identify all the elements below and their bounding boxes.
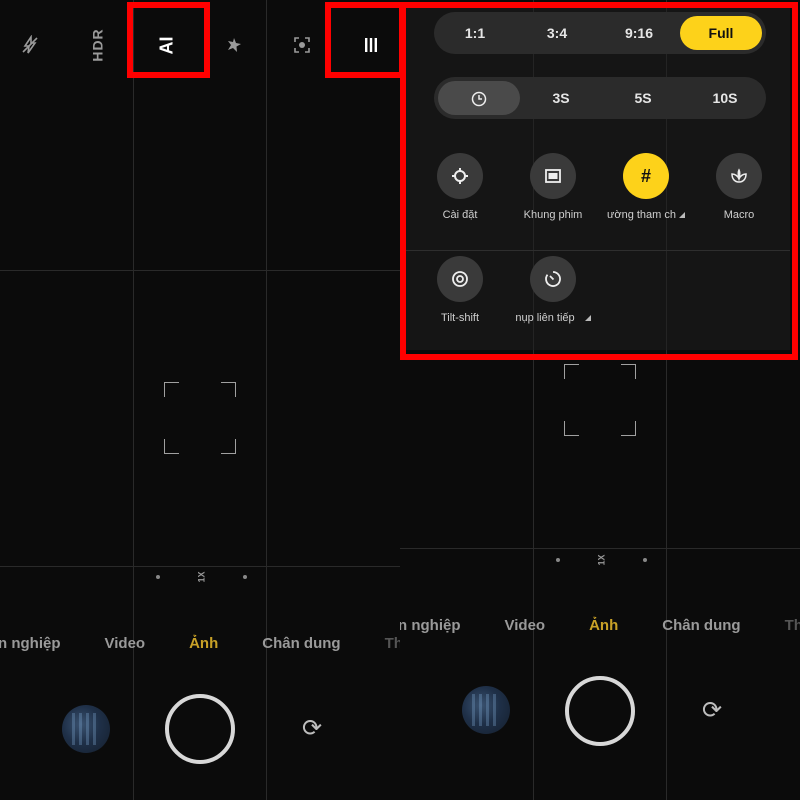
magic-icon[interactable] (219, 30, 249, 60)
zoom-label[interactable]: 1X (197, 571, 207, 582)
grid-line-v2 (266, 0, 267, 800)
mode-pro[interactable]: n nghiệp (0, 635, 61, 652)
mode-selector[interactable]: n nghiệp Video Ảnh Chân dung Th (0, 635, 400, 652)
grid-line-h2 (0, 566, 400, 567)
zoom-dot[interactable] (243, 575, 248, 579)
mode-next[interactable]: Th (385, 635, 400, 652)
grid-line-v1 (133, 0, 134, 800)
camera-screen-left: HDR AI 1X n nghiệp Video Ảnh Chân dung T… (0, 0, 400, 800)
gallery-thumbnail[interactable] (462, 686, 510, 734)
highlight-settings-popup (400, 2, 798, 360)
zoom-selector[interactable]: 1X (556, 554, 648, 566)
mode-portrait[interactable]: Chân dung (262, 635, 340, 652)
gallery-thumbnail[interactable] (62, 705, 110, 753)
zoom-dot[interactable] (556, 558, 560, 562)
mode-next[interactable]: Th (785, 617, 800, 634)
switch-camera-icon[interactable]: ⟳ (302, 714, 322, 743)
shutter-button[interactable] (165, 694, 235, 764)
flash-off-icon[interactable] (15, 30, 45, 60)
shutter-button[interactable] (565, 676, 635, 746)
mode-video[interactable]: Video (505, 617, 546, 634)
zoom-dot[interactable] (156, 575, 160, 579)
zoom-label[interactable]: 1X (597, 554, 607, 565)
mode-photo[interactable]: Ảnh (189, 635, 218, 652)
zoom-selector[interactable]: 1X (156, 571, 248, 583)
highlight-menu-button (325, 2, 400, 78)
hdr-button[interactable]: HDR (83, 28, 113, 62)
mode-portrait[interactable]: Chân dung (662, 617, 740, 634)
zoom-dot[interactable] (643, 558, 648, 562)
mode-selector[interactable]: n nghiệp Video Ảnh Chân dung Th (400, 617, 800, 634)
switch-camera-icon[interactable]: ⟳ (702, 696, 722, 725)
grid-line-h1 (0, 270, 400, 271)
highlight-ai-button (127, 2, 210, 78)
mode-photo[interactable]: Ảnh (589, 617, 618, 634)
hdr-label: HDR (90, 28, 106, 62)
grid-line-h2 (400, 548, 800, 549)
mode-pro[interactable]: n nghiệp (400, 617, 461, 634)
focus-frame (164, 382, 236, 454)
mode-video[interactable]: Video (105, 635, 146, 652)
face-scan-icon[interactable] (287, 30, 317, 60)
focus-frame (564, 364, 636, 436)
